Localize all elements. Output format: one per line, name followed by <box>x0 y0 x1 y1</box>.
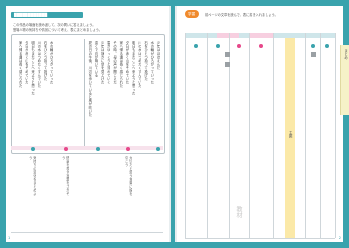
poem-line-7: 夕日が赤く山をそめていた <box>124 41 129 85</box>
badge-text: 学習 <box>188 11 196 16</box>
header-pink-2 <box>249 33 273 38</box>
note-dot-3 <box>96 147 100 151</box>
side-tab: まとめ <box>340 45 349 115</box>
passage-divider <box>84 39 85 147</box>
grid-line-2 <box>207 33 208 238</box>
poem-line-4: 雲がゆっくりと流れていく <box>106 41 111 85</box>
left-page: ████████████ この作品の場面を読み返して、次の問いに答えましょう。 … <box>6 6 169 242</box>
right-page-number: 2 <box>338 236 341 240</box>
table-dot-5 <box>311 44 315 48</box>
note-dot-5 <box>156 147 160 151</box>
note-2: 情景を表す言葉をさがそう <box>61 156 70 196</box>
poem-line-8: 明日もまたここへ来ようと思った <box>131 41 136 95</box>
side-tab-label: まとめ <box>343 49 348 60</box>
left-page-edge <box>169 6 171 242</box>
grid-line-6 <box>305 33 306 238</box>
handwriting: 教材 <box>235 206 242 218</box>
grid-line-7 <box>320 33 321 238</box>
left-title-bar: ████████████ <box>11 12 83 18</box>
intro-line-2: 登場人物の気持ちや情景について考え、表にまとめましょう。 <box>13 28 102 32</box>
poem-line-l5: 石をひとつ拾って投げた <box>43 41 48 81</box>
table-bottom <box>185 238 335 239</box>
note-1: 気持ちの変化をまとめよう <box>28 156 37 196</box>
note-3: 大切だと思う言葉に線を引こう <box>124 156 133 196</box>
passage-box: 夏の日の午後、川辺を歩いていると風が吹いた 遠くで鳥が鳴いている 少年は静かに空… <box>11 34 165 154</box>
left-title-text: ████████████ <box>14 12 48 17</box>
poem-line-12: 少年はほほえんだ <box>156 41 160 70</box>
table-dot-4 <box>259 44 263 48</box>
grey-marker-1 <box>225 52 230 57</box>
passage-right-column: 夏の日の午後、川辺を歩いていると風が吹いた 遠くで鳥が鳴いている 少年は静かに空… <box>88 41 160 145</box>
table-dot-6 <box>325 44 329 48</box>
poem-line-l3: 明日もまたここへ来ようと思った <box>30 41 35 95</box>
poem-line-9: 川の水はつめたくすんでいた <box>137 41 142 88</box>
instruction-text: 前ページの文章を読んで、表に書き入れましょう。 <box>205 13 278 17</box>
grid-line-5 <box>273 33 274 238</box>
poem-line-l2: 夕日が赤く山をそめていた <box>24 41 29 85</box>
poem-line-l1: 家へ帰る道は長く感じられた <box>18 41 23 88</box>
grid-line-8 <box>335 33 336 238</box>
poem-line-l6: 水の輪がひろがっていった <box>49 41 54 85</box>
grey-marker-3 <box>311 52 316 57</box>
poem-line-6: 家へ帰る道は長く感じられた <box>118 41 123 88</box>
note-dot-1 <box>31 147 35 151</box>
grid-line-1 <box>185 33 186 238</box>
poem-line-2: 遠くで鳥が鳴いている <box>93 41 98 77</box>
poem-line-l4: 川の水はつめたくすんでいた <box>36 41 41 88</box>
note-dot-2 <box>64 147 68 151</box>
header-pink-1 <box>217 33 239 38</box>
poem-line-10: 石をひとつ拾って投げた <box>143 41 148 81</box>
note-dot-4 <box>126 147 130 151</box>
poem-line-3: 少年は静かに空を見上げた <box>100 41 105 85</box>
center-label: 主題 <box>288 131 293 139</box>
right-page: 学習 前ページの文章を読んで、表に書き入れましょう。 主題 教材 2 <box>177 6 343 242</box>
table-dot-2 <box>216 44 220 48</box>
poem-line-5: その時、母の声が聞こえた <box>112 41 117 85</box>
poem-line-1: 夏の日の午後、川辺を歩いていると風が吹いた <box>87 41 92 117</box>
grid-line-4 <box>249 33 250 238</box>
poem-line-11: 水の輪がひろがっていった <box>149 41 154 85</box>
grey-marker-2 <box>225 62 230 67</box>
table-dot-3 <box>237 44 241 48</box>
table-dot-1 <box>194 44 198 48</box>
left-page-number: 1 <box>8 236 11 240</box>
passage-left-column: 家へ帰る道は長く感じられた 夕日が赤く山をそめていた 明日もまたここへ来ようと思… <box>18 41 53 145</box>
badge: 学習 <box>185 10 199 18</box>
left-bottom-rule <box>11 232 163 233</box>
